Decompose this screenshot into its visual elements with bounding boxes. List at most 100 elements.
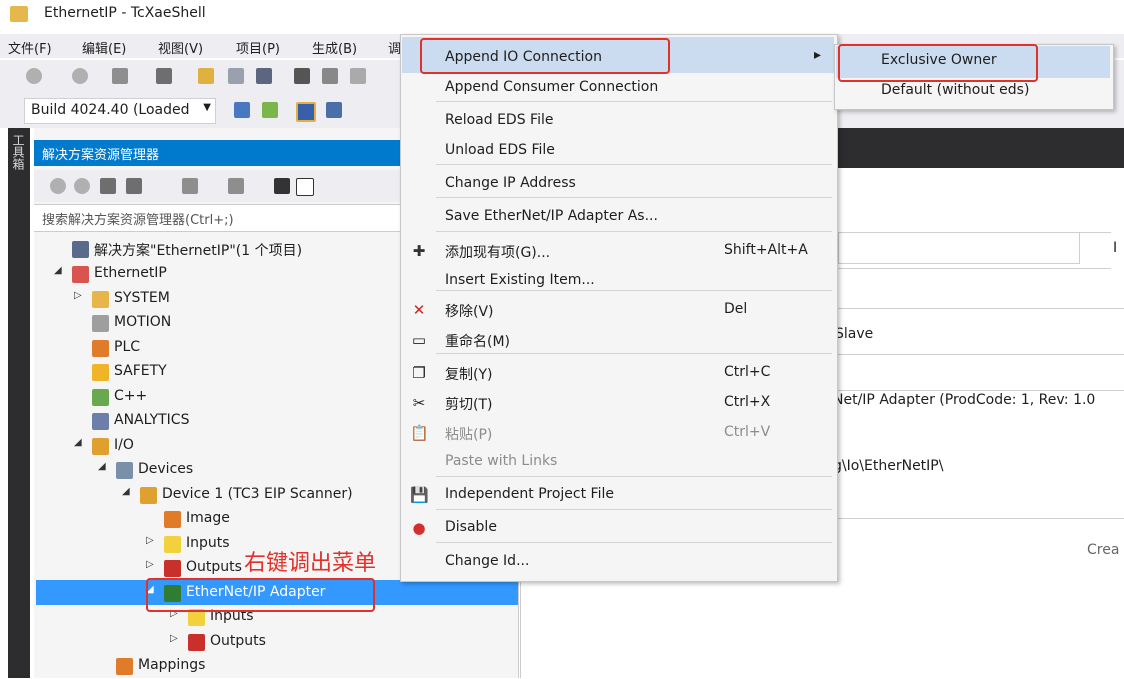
forward-icon[interactable]: [72, 68, 88, 84]
menu-item-label: 添加现有项(G)...: [445, 245, 551, 261]
context-menu-item[interactable]: Insert Existing Item...: [400, 266, 836, 296]
expander-icon[interactable]: ▷: [146, 535, 154, 546]
annotation-box-exclusive-owner: [838, 44, 1038, 82]
expander-icon[interactable]: ◢: [98, 461, 106, 472]
menu-item-icon: [410, 79, 428, 97]
menu-file[interactable]: 文件(F): [8, 38, 52, 57]
paste-icon[interactable]: [350, 68, 366, 84]
expander-icon[interactable]: ◢: [74, 437, 82, 448]
context-menu-item[interactable]: ❐ 复制(Y) Ctrl+C: [400, 358, 836, 388]
tree-item-label: SAFETY: [114, 363, 167, 379]
menu-item-icon: ✂: [412, 394, 426, 412]
safety-icon: [92, 364, 109, 381]
menu-item-label: 复制(Y): [445, 367, 493, 383]
toolbox-strip[interactable]: [8, 128, 30, 678]
open-icon[interactable]: [198, 68, 214, 84]
submenu-arrow-icon: ▸: [814, 47, 822, 63]
collapse-all-icon[interactable]: [228, 178, 244, 194]
divider: [835, 354, 1124, 355]
divider: [835, 308, 1124, 309]
cut-icon[interactable]: [294, 68, 310, 84]
back-icon[interactable]: [50, 178, 66, 194]
toolbox-label[interactable]: 工具箱: [10, 134, 27, 170]
context-menu-item[interactable]: 💾 Independent Project File: [400, 480, 836, 510]
menu-item-label: 剪切(T): [445, 397, 493, 413]
menu-item-label: Save EtherNet/IP Adapter As...: [445, 208, 658, 224]
add-item-icon[interactable]: [156, 68, 172, 84]
menu-view[interactable]: 视图(V): [158, 38, 203, 57]
new-project-icon[interactable]: [112, 68, 128, 84]
tree-item-label: I/O: [114, 437, 134, 453]
name-field[interactable]: [838, 232, 1080, 264]
save-icon[interactable]: [228, 68, 244, 84]
copy-icon[interactable]: [322, 68, 338, 84]
menu-item-icon: [410, 272, 428, 290]
tree-item-label: Outputs: [186, 559, 242, 575]
context-menu-item[interactable]: ✂ 剪切(T) Ctrl+X: [400, 388, 836, 418]
tree-item-label: Devices: [138, 461, 194, 477]
expander-icon[interactable]: ▷: [170, 633, 178, 644]
expander-icon[interactable]: ▷: [74, 290, 82, 301]
expander-icon[interactable]: ◢: [122, 486, 130, 497]
context-menu-item[interactable]: Save EtherNet/IP Adapter As...: [400, 202, 836, 232]
home-icon[interactable]: [100, 178, 116, 194]
menu-build[interactable]: 生成(B): [312, 38, 357, 57]
menu-item-icon: 📋: [410, 424, 429, 442]
preview-icon[interactable]: [296, 178, 314, 196]
menu-item-icon: [410, 112, 428, 130]
menu-edit[interactable]: 编辑(E): [82, 38, 126, 57]
motion-icon: [92, 315, 109, 332]
image-icon: [164, 511, 181, 528]
tree-item-label: Outputs: [210, 633, 266, 649]
expander-icon[interactable]: ▷: [146, 559, 154, 570]
menu-item-label: Paste with Links: [445, 453, 558, 469]
expander-icon[interactable]: ◢: [54, 265, 62, 276]
context-menu-item[interactable]: ✕ 移除(V) Del: [400, 295, 836, 325]
save-all-icon[interactable]: [256, 68, 272, 84]
create-button-partial[interactable]: Crea: [1087, 542, 1119, 558]
context-menu-item[interactable]: Change Id...: [400, 547, 836, 577]
menu-item-icon: [410, 175, 428, 193]
tree-item-label: ANALYTICS: [114, 412, 190, 428]
back-icon[interactable]: [26, 68, 42, 84]
analytics-icon: [92, 413, 109, 430]
reload-icon[interactable]: [326, 102, 342, 118]
menu-item-shortcut: Ctrl+C: [724, 364, 771, 380]
menu-item-label: 重命名(M): [445, 334, 511, 350]
pending-changes-icon[interactable]: [182, 178, 198, 194]
tree-item-label: Inputs: [186, 535, 230, 551]
forward-icon[interactable]: [74, 178, 90, 194]
inputs-folder-icon: [164, 536, 181, 553]
menu-item-label: Append Consumer Connection: [445, 79, 659, 95]
context-menu-item[interactable]: Append Consumer Connection: [400, 73, 836, 103]
chevron-down-icon: ▼: [203, 102, 211, 113]
context-menu-item[interactable]: ● Disable: [400, 513, 836, 543]
menu-item-icon: ✕: [412, 301, 426, 319]
context-menu-item[interactable]: Unload EDS File: [400, 136, 836, 166]
context-menu-item[interactable]: ▭ 重命名(M): [400, 325, 836, 355]
menu-item-label: Independent Project File: [445, 486, 614, 502]
sync-icon[interactable]: [126, 178, 142, 194]
menu-item-label: 移除(V): [445, 304, 494, 320]
menu-item-icon: [410, 453, 428, 471]
menu-item-icon: ✚: [412, 242, 426, 260]
context-menu-item[interactable]: Reload EDS File: [400, 106, 836, 136]
menu-item-shortcut: Del: [724, 301, 748, 317]
activate-config-icon[interactable]: [234, 102, 250, 118]
tree-item-label: EthernetIP: [94, 265, 167, 281]
menu-project[interactable]: 项目(P): [236, 38, 280, 57]
menu-item-icon: ●: [412, 519, 426, 537]
tree-item-label: SYSTEM: [114, 290, 170, 306]
config-mode-icon[interactable]: [296, 102, 316, 122]
tree-item-label: PLC: [114, 339, 141, 355]
solution-explorer-title: 解决方案资源管理器: [42, 148, 160, 163]
context-menu-item: Paste with Links: [400, 447, 836, 477]
properties-icon[interactable]: [274, 178, 290, 194]
context-menu-item[interactable]: Change IP Address: [400, 169, 836, 199]
devices-icon: [116, 462, 133, 479]
restart-icon[interactable]: [262, 102, 278, 118]
context-menu-item[interactable]: ✚ 添加现有项(G)... Shift+Alt+A: [400, 236, 836, 266]
build-selector[interactable]: Build 4024.40 (Loaded ▼: [24, 98, 216, 124]
divider: [835, 268, 1111, 269]
slave-text: Slave: [835, 326, 874, 342]
